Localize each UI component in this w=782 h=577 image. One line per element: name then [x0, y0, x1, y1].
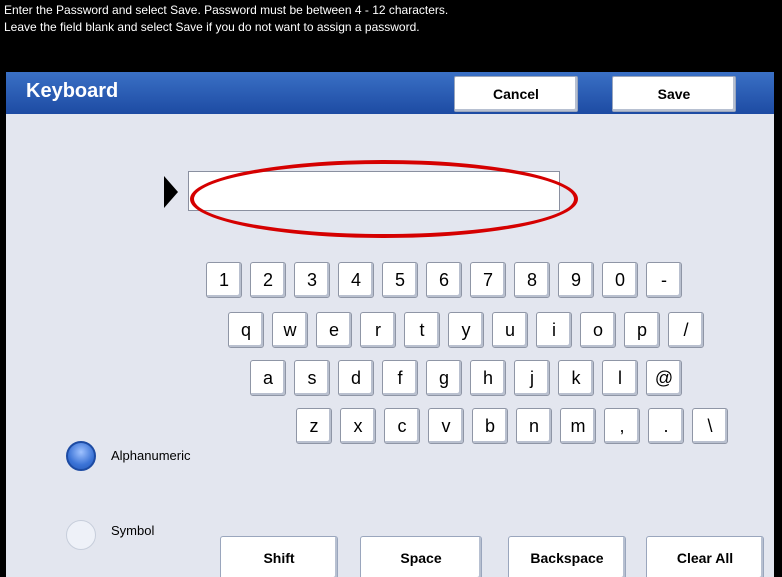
save-button[interactable]: Save — [612, 76, 736, 112]
key-1-1[interactable]: 1 — [206, 262, 242, 298]
space-button[interactable]: Space — [360, 536, 482, 577]
field-pointer-icon — [164, 176, 178, 208]
key-2-1[interactable]: q — [228, 312, 264, 348]
clear-all-button[interactable]: Clear All — [646, 536, 764, 577]
key-2-10[interactable]: p — [624, 312, 660, 348]
key-2-9[interactable]: o — [580, 312, 616, 348]
key-1-11[interactable]: - — [646, 262, 682, 298]
key-4-7[interactable]: m — [560, 408, 596, 444]
key-4-9[interactable]: . — [648, 408, 684, 444]
instruction-line-2: Leave the field blank and select Save if… — [4, 20, 420, 34]
key-2-7[interactable]: u — [492, 312, 528, 348]
key-1-7[interactable]: 7 — [470, 262, 506, 298]
alphanumeric-radio[interactable] — [66, 441, 96, 471]
key-3-9[interactable]: l — [602, 360, 638, 396]
key-2-11[interactable]: / — [668, 312, 704, 348]
keyboard-panel: Keyboard Cancel Save 1234567890- qwertyui… — [6, 72, 774, 577]
key-3-10[interactable]: @ — [646, 360, 682, 396]
page-title: Keyboard — [26, 80, 119, 102]
symbol-radio[interactable] — [66, 520, 96, 550]
key-4-5[interactable]: b — [472, 408, 508, 444]
key-1-9[interactable]: 9 — [558, 262, 594, 298]
key-3-3[interactable]: d — [338, 360, 374, 396]
key-4-2[interactable]: x — [340, 408, 376, 444]
key-4-10[interactable]: \ — [692, 408, 728, 444]
key-1-10[interactable]: 0 — [602, 262, 638, 298]
key-3-1[interactable]: a — [250, 360, 286, 396]
key-4-3[interactable]: c — [384, 408, 420, 444]
key-4-6[interactable]: n — [516, 408, 552, 444]
key-2-6[interactable]: y — [448, 312, 484, 348]
key-3-4[interactable]: f — [382, 360, 418, 396]
key-4-1[interactable]: z — [296, 408, 332, 444]
instructions: Enter the Password and select Save. Pass… — [4, 2, 774, 36]
key-2-8[interactable]: i — [536, 312, 572, 348]
key-3-2[interactable]: s — [294, 360, 330, 396]
shift-button[interactable]: Shift — [220, 536, 338, 577]
key-1-6[interactable]: 6 — [426, 262, 462, 298]
key-4-8[interactable]: , — [604, 408, 640, 444]
keyboard-screen: { "instructions": { "line1": "Enter the … — [0, 0, 782, 577]
key-3-7[interactable]: j — [514, 360, 550, 396]
symbol-label: Symbol — [111, 523, 155, 538]
key-3-6[interactable]: h — [470, 360, 506, 396]
key-1-8[interactable]: 8 — [514, 262, 550, 298]
key-1-2[interactable]: 2 — [250, 262, 286, 298]
key-1-4[interactable]: 4 — [338, 262, 374, 298]
instruction-line-1: Enter the Password and select Save. Pass… — [4, 3, 449, 17]
cancel-button[interactable]: Cancel — [454, 76, 578, 112]
key-2-5[interactable]: t — [404, 312, 440, 348]
key-1-3[interactable]: 3 — [294, 262, 330, 298]
key-1-5[interactable]: 5 — [382, 262, 418, 298]
key-2-4[interactable]: r — [360, 312, 396, 348]
key-4-4[interactable]: v — [428, 408, 464, 444]
key-3-8[interactable]: k — [558, 360, 594, 396]
backspace-button[interactable]: Backspace — [508, 536, 626, 577]
key-2-2[interactable]: w — [272, 312, 308, 348]
key-2-3[interactable]: e — [316, 312, 352, 348]
password-field-highlight — [190, 160, 578, 238]
header-bar: Keyboard Cancel Save — [6, 72, 774, 114]
key-3-5[interactable]: g — [426, 360, 462, 396]
alphanumeric-label: Alphanumeric — [111, 448, 191, 463]
